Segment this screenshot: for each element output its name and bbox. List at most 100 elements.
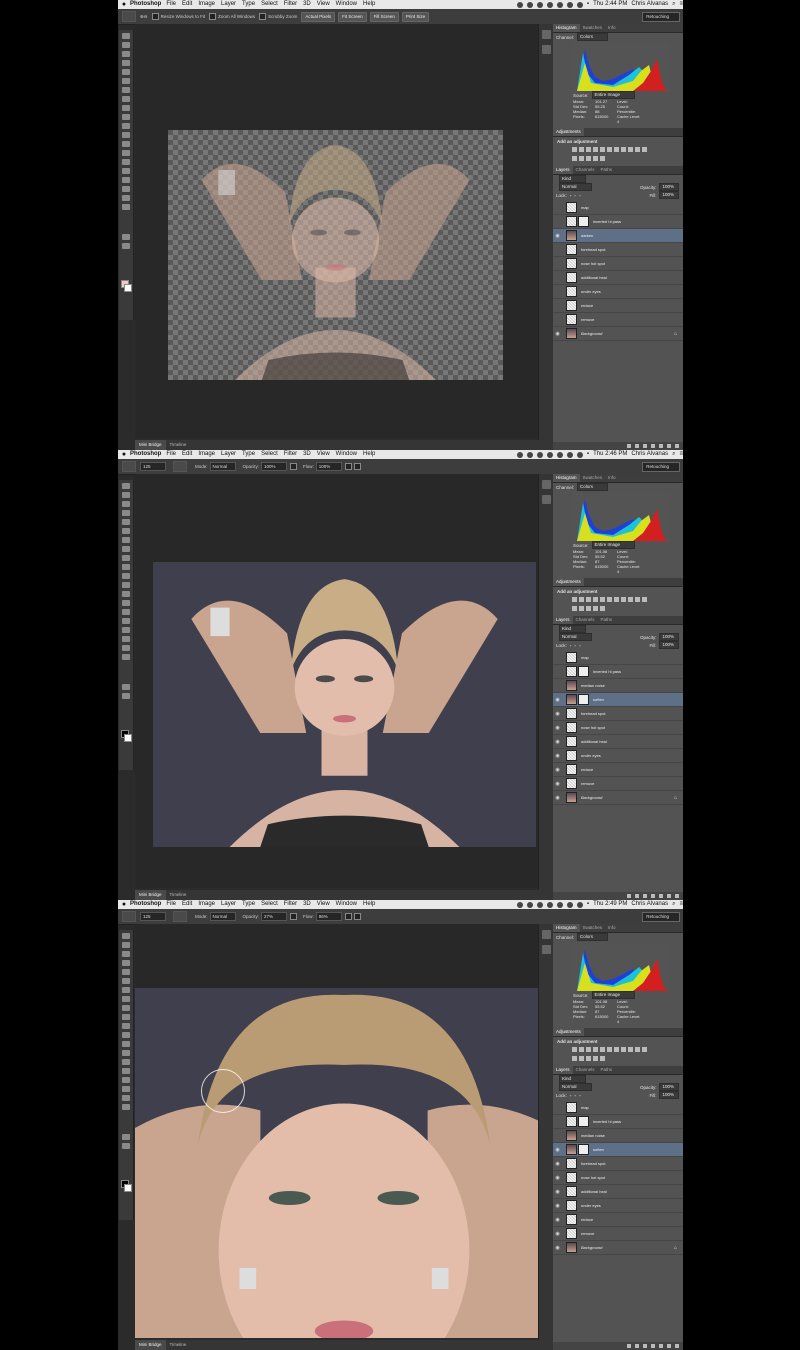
zoom-tool-icon[interactable] <box>122 11 136 22</box>
path-select-tool-icon[interactable] <box>122 177 130 183</box>
tab-timeline[interactable]: Timeline <box>166 1340 191 1350</box>
wifi-icon[interactable] <box>556 901 563 908</box>
layer-row[interactable]: ◉ nose hot spot <box>553 721 683 735</box>
adjustment-icon-7[interactable] <box>621 597 626 602</box>
adjustment-icon-2[interactable] <box>586 147 591 152</box>
layer-row[interactable]: ◉ forehead spot <box>553 1157 683 1171</box>
menu-item-window[interactable]: Window <box>336 450 357 459</box>
spotlight-icon[interactable]: ⌕ <box>672 900 675 909</box>
option-button-0[interactable]: Actual Pixels <box>301 11 336 22</box>
layer-row[interactable]: ◉ remove <box>553 777 683 791</box>
layer-row[interactable]: ◉ reduce <box>553 763 683 777</box>
shape-tool-icon[interactable] <box>122 186 130 192</box>
blend-mode-select[interactable]: Normal <box>559 633 592 641</box>
lasso-tool-icon[interactable] <box>122 51 130 57</box>
layer-row[interactable]: inverted hi pass <box>553 1115 683 1129</box>
layer-name[interactable]: Background <box>581 1245 602 1250</box>
new-layer-icon[interactable] <box>667 894 671 898</box>
adjustment-icon-11[interactable] <box>572 606 577 611</box>
quick-mask-icon[interactable] <box>122 1134 130 1140</box>
layer-row[interactable]: ◉ nose hot spot <box>553 1171 683 1185</box>
app-name[interactable]: Photoshop <box>130 0 161 9</box>
screen-mode-icon[interactable] <box>122 693 130 699</box>
layer-row[interactable]: ◉ additional heal <box>553 1185 683 1199</box>
layer-name[interactable]: Background <box>581 331 602 336</box>
pressure-size-icon[interactable] <box>353 463 361 470</box>
adjustment-icon-4[interactable] <box>600 147 605 152</box>
menu-item-layer[interactable]: Layer <box>221 0 236 9</box>
layer-name[interactable]: Background <box>581 795 602 800</box>
menu-item-window[interactable]: Window <box>336 900 357 909</box>
pen-tool-icon[interactable] <box>122 609 130 615</box>
bluetooth-icon[interactable] <box>546 901 553 908</box>
layer-row[interactable]: map <box>553 201 683 215</box>
zoom-tool-icon[interactable] <box>122 654 130 660</box>
layer-name[interactable]: additional heal <box>581 739 607 744</box>
volume-icon[interactable] <box>566 901 573 908</box>
mode-select[interactable]: Normal <box>209 462 236 471</box>
adjustment-icon-8[interactable] <box>628 597 633 602</box>
stamp-tool-icon[interactable] <box>122 555 130 561</box>
healing-tool-icon[interactable] <box>122 537 130 543</box>
layer-name[interactable]: nose hot spot <box>581 725 605 730</box>
adjustment-icon-12[interactable] <box>579 156 584 161</box>
path-select-tool-icon[interactable] <box>122 627 130 633</box>
eyedropper-tool-icon[interactable] <box>122 528 130 534</box>
layer-row[interactable]: forehead spot <box>553 243 683 257</box>
gradient-tool-icon[interactable] <box>122 1032 130 1038</box>
menu-item-help[interactable]: Help <box>363 0 375 9</box>
tab-layers[interactable]: Layers <box>553 1066 573 1074</box>
layer-row[interactable]: nose hot spot <box>553 257 683 271</box>
visibility-eye-icon[interactable]: ◉ <box>553 1175 562 1181</box>
visibility-eye-icon[interactable]: ◉ <box>553 1147 562 1153</box>
add-mask-icon[interactable] <box>643 1344 647 1348</box>
dodge-tool-icon[interactable] <box>122 150 130 156</box>
move-tool-icon[interactable] <box>122 33 130 39</box>
visibility-eye-icon[interactable]: ◉ <box>553 1231 562 1237</box>
layer-mask-thumbnail[interactable] <box>578 666 589 677</box>
add-mask-icon[interactable] <box>643 444 647 448</box>
layer-mask-thumbnail[interactable] <box>578 1116 589 1127</box>
tab-info[interactable]: Info <box>605 474 619 482</box>
layer-fill-field[interactable]: 100% <box>659 641 679 649</box>
zoom-tool-icon[interactable] <box>122 204 130 210</box>
visibility-eye-icon[interactable]: ◉ <box>553 739 562 745</box>
layer-row[interactable]: ◉ additional heal <box>553 735 683 749</box>
tab-histogram[interactable]: Histogram <box>553 474 580 482</box>
healing-tool-icon[interactable] <box>122 87 130 93</box>
visibility-eye-icon[interactable]: ◉ <box>553 331 562 337</box>
fx-icon[interactable] <box>635 894 639 898</box>
type-tool-icon[interactable] <box>122 1068 130 1074</box>
layer-row[interactable]: additional heal <box>553 271 683 285</box>
source-select[interactable]: Entire Image <box>591 91 636 99</box>
lock-position-icon[interactable]: ▫ <box>574 643 576 648</box>
visibility-eye-icon[interactable]: ◉ <box>553 795 562 801</box>
tab-swatches[interactable]: Swatches <box>580 924 606 932</box>
layer-row[interactable]: median noise <box>553 679 683 693</box>
layer-name[interactable]: forehead spot <box>581 247 605 252</box>
adjustment-icon-7[interactable] <box>621 1047 626 1052</box>
apple-menu-icon[interactable]: ● <box>118 450 130 459</box>
adjustment-icon-15[interactable] <box>600 606 605 611</box>
adjustment-icon-4[interactable] <box>600 597 605 602</box>
properties-panel-icon[interactable] <box>541 495 551 504</box>
user-name[interactable]: Chris Alvanas <box>631 900 668 909</box>
layer-name[interactable]: soften <box>593 697 604 702</box>
eraser-tool-icon[interactable] <box>122 1023 130 1029</box>
tab-channels[interactable]: Channels <box>573 166 598 174</box>
flag-icon[interactable]: ▪ <box>587 900 589 909</box>
menu-item-filter[interactable]: Filter <box>284 450 297 459</box>
eraser-tool-icon[interactable] <box>122 573 130 579</box>
spotlight-icon[interactable]: ⌕ <box>672 450 675 459</box>
checkbox-1[interactable] <box>209 13 217 20</box>
workspace-select[interactable]: Retouching <box>642 11 680 22</box>
layer-name[interactable]: map <box>581 205 589 210</box>
adjustment-icon-12[interactable] <box>579 1056 584 1061</box>
add-mask-icon[interactable] <box>643 894 647 898</box>
eyedropper-tool-icon[interactable] <box>122 78 130 84</box>
lock-pixels-icon[interactable]: ▫ <box>570 193 572 198</box>
channel-select[interactable]: Colors <box>577 483 609 491</box>
tab-mini-bridge[interactable]: Mini Bridge <box>135 890 166 900</box>
new-layer-icon[interactable] <box>667 444 671 448</box>
brush-tool-icon[interactable] <box>122 911 136 922</box>
